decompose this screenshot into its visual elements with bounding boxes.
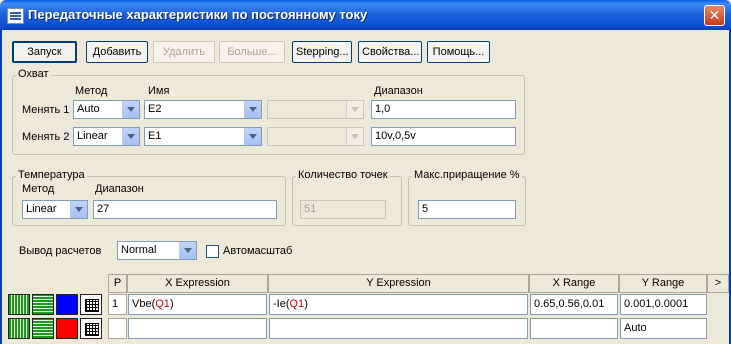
grid-style-icon[interactable]	[80, 318, 102, 339]
curve-color-swatch[interactable]	[56, 318, 78, 339]
max-step-input[interactable]: 5	[418, 200, 516, 219]
sweep1-method-value: Auto	[77, 103, 100, 115]
title-bar[interactable]: Передаточные характеристики по постоянно…	[0, 0, 731, 30]
temperature-range-header: Диапазон	[95, 183, 144, 195]
chevron-down-icon[interactable]	[244, 101, 261, 118]
sweep1-range-input[interactable]: 1,0	[371, 100, 516, 119]
y-expression-input[interactable]	[269, 318, 528, 339]
output-label: Вывод расчетов	[19, 245, 102, 257]
temperature-legend: Температура	[16, 169, 87, 181]
range-header: Диапазон	[374, 85, 423, 97]
sweep1-method-select[interactable]: Auto	[73, 100, 140, 119]
autoscale-checkbox[interactable]	[206, 245, 219, 258]
chevron-down-icon[interactable]	[122, 101, 139, 118]
y-range-input[interactable]: Auto	[620, 318, 707, 339]
temperature-method-select[interactable]: Linear	[22, 200, 88, 219]
chevron-down-icon[interactable]	[244, 128, 261, 145]
stepping-button[interactable]: Stepping...	[292, 41, 352, 63]
sweep2-name-select[interactable]: E1	[144, 127, 262, 146]
y-expression-text: -Ie(	[273, 298, 290, 310]
col-y-range-header[interactable]: Y Range	[619, 274, 707, 293]
more-button[interactable]: Больше...	[219, 41, 285, 63]
autoscale-label: Автомасштаб	[223, 245, 293, 257]
sweep2-label: Менять 2	[22, 131, 70, 143]
col-x-range-header[interactable]: X Range	[529, 274, 619, 293]
points-input[interactable]: 51	[300, 200, 386, 219]
chevron-down-icon[interactable]	[346, 128, 363, 145]
line-style-swatch[interactable]	[8, 294, 30, 315]
row-plot-number[interactable]	[108, 318, 127, 339]
delete-button[interactable]: Удалить	[153, 41, 215, 63]
y-expression-text-end: )	[304, 298, 308, 310]
add-button[interactable]: Добавить	[86, 41, 148, 63]
properties-button[interactable]: Свойства...	[358, 41, 422, 63]
x-expression-text-end: )	[169, 298, 174, 310]
max-step-legend: Макс.приращение %	[412, 169, 522, 181]
x-range-input[interactable]	[530, 318, 618, 339]
sweep1-label: Менять 1	[22, 104, 70, 116]
app-icon	[7, 8, 24, 24]
curve-color-swatch[interactable]	[56, 294, 78, 315]
row-plot-number[interactable]: 1	[108, 294, 127, 315]
output-select[interactable]: Normal	[117, 241, 197, 260]
sweep2-method-value: Linear	[77, 130, 108, 142]
col-y-expression-header[interactable]: Y Expression	[268, 274, 529, 293]
window-title: Передаточные характеристики по постоянно…	[28, 7, 368, 22]
help-button[interactable]: Помощь...	[427, 41, 490, 63]
sweep2-range-input[interactable]: 10v,0,5v	[371, 127, 516, 146]
chevron-down-icon[interactable]	[70, 201, 87, 218]
x-range-input[interactable]: 0.65,0.56,0.01	[530, 294, 618, 315]
line-style-swatch[interactable]	[8, 318, 30, 339]
temperature-method-header: Метод	[22, 183, 55, 195]
x-expression-input[interactable]	[128, 318, 267, 339]
close-button[interactable]: ✕	[704, 5, 725, 26]
sweep2-extra-select[interactable]	[267, 127, 364, 146]
chevron-down-icon[interactable]	[122, 128, 139, 145]
sweep-legend: Охват	[16, 68, 51, 80]
grid-style-icon[interactable]	[80, 294, 102, 315]
y-range-input[interactable]: 0.001,0.0001	[620, 294, 707, 315]
y-expression-component: Q1	[289, 298, 305, 310]
temperature-range-input[interactable]: 27	[93, 200, 277, 219]
temperature-method-value: Linear	[26, 203, 57, 215]
output-value: Normal	[121, 244, 157, 256]
method-header: Метод	[75, 85, 108, 97]
x-expression-text: Vbe(	[132, 298, 156, 310]
chevron-down-icon[interactable]	[179, 242, 196, 259]
col-p-header[interactable]: P	[108, 274, 127, 293]
fill-style-swatch[interactable]	[32, 318, 54, 339]
sweep1-name-select[interactable]: E2	[144, 100, 262, 119]
fill-style-swatch[interactable]	[32, 294, 54, 315]
sweep1-extra-select[interactable]	[267, 100, 364, 119]
y-expression-input[interactable]: -Ie(Q1)	[269, 294, 528, 315]
name-header: Имя	[148, 85, 170, 97]
sweep1-name-value: E2	[148, 103, 162, 115]
x-expression-component: Q1	[155, 298, 170, 310]
chevron-down-icon[interactable]	[346, 101, 363, 118]
sweep2-name-value: E1	[148, 130, 162, 142]
points-legend: Количество точек	[296, 169, 390, 181]
sweep2-method-select[interactable]: Linear	[73, 127, 140, 146]
x-expression-input[interactable]: Vbe(Q1)	[128, 294, 267, 315]
run-button[interactable]: Запуск	[12, 41, 77, 63]
scroll-right-button[interactable]: >	[707, 274, 729, 293]
col-x-expression-header[interactable]: X Expression	[127, 274, 268, 293]
